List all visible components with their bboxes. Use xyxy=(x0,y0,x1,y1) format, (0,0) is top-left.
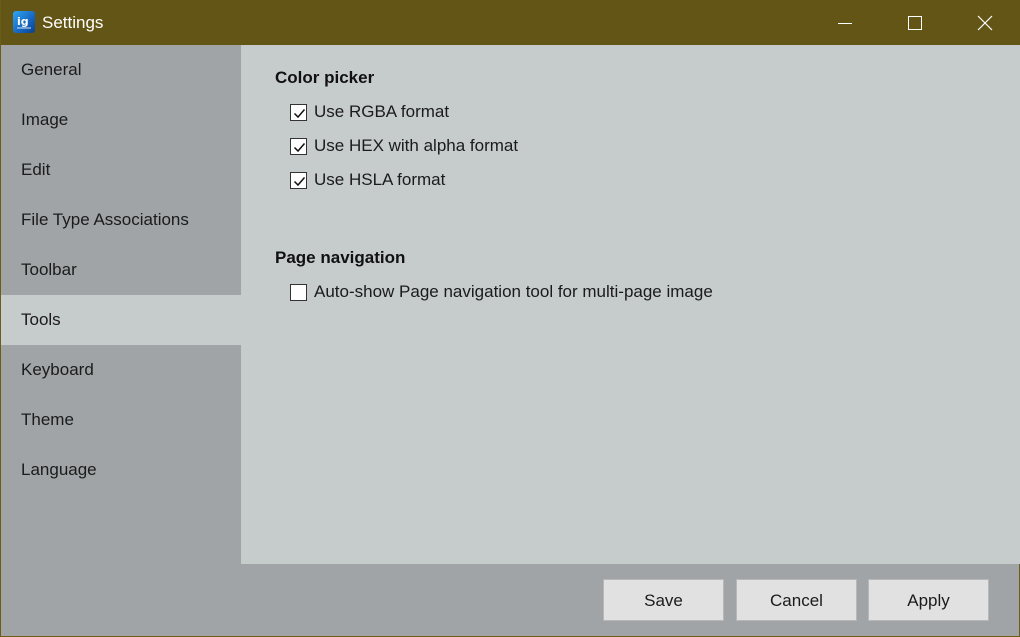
checkmark-icon xyxy=(293,176,306,186)
auto-show-page-nav-label: Auto-show Page navigation tool for multi… xyxy=(314,282,713,301)
sidebar-item-tools[interactable]: Tools xyxy=(1,295,241,345)
sidebar-item-edit[interactable]: Edit xyxy=(1,145,241,195)
apply-button[interactable]: Apply xyxy=(868,579,989,621)
sidebar-item-language[interactable]: Language xyxy=(1,445,241,495)
minimize-button[interactable] xyxy=(810,0,880,45)
close-button[interactable] xyxy=(950,0,1020,45)
settings-window: ig Settings General Image Edit File Type… xyxy=(0,0,1020,637)
window-title: Settings xyxy=(42,13,104,32)
settings-sidebar: General Image Edit File Type Association… xyxy=(1,45,241,565)
checkmark-icon xyxy=(293,142,306,152)
hex-alpha-format-label: Use HEX with alpha format xyxy=(314,136,519,155)
rgba-format-label: Use RGBA format xyxy=(314,102,450,121)
tools-settings-panel: Color picker Use RGBA format Use HEX wit… xyxy=(241,45,1020,564)
checkmark-icon xyxy=(293,108,306,118)
sidebar-item-toolbar[interactable]: Toolbar xyxy=(1,245,241,295)
sidebar-item-label: File Type Associations xyxy=(21,210,189,229)
sidebar-item-general[interactable]: General xyxy=(1,45,241,95)
sidebar-item-label: General xyxy=(21,60,82,79)
sidebar-item-label: Toolbar xyxy=(21,260,77,279)
sidebar-item-keyboard[interactable]: Keyboard xyxy=(1,345,241,395)
maximize-icon xyxy=(908,16,922,30)
close-icon xyxy=(977,15,993,31)
sidebar-item-image[interactable]: Image xyxy=(1,95,241,145)
hex-alpha-format-checkbox[interactable] xyxy=(290,137,307,155)
auto-show-page-nav-option[interactable]: Auto-show Page navigation tool for multi… xyxy=(290,281,713,303)
maximize-button[interactable] xyxy=(880,0,950,45)
svg-text:ig: ig xyxy=(17,15,29,28)
rgba-format-option[interactable]: Use RGBA format xyxy=(290,101,449,123)
rgba-format-checkbox[interactable] xyxy=(290,103,307,121)
sidebar-item-label: Language xyxy=(21,460,97,479)
sidebar-item-theme[interactable]: Theme xyxy=(1,395,241,445)
hsla-format-label: Use HSLA format xyxy=(314,170,446,189)
color-picker-section-title: Color picker xyxy=(275,68,375,87)
dialog-footer: Save Cancel Apply xyxy=(1,564,1019,636)
title-bar[interactable]: ig Settings xyxy=(1,0,1020,45)
sidebar-item-file-type-associations[interactable]: File Type Associations xyxy=(1,195,241,245)
sidebar-item-label: Theme xyxy=(21,410,74,429)
save-button[interactable]: Save xyxy=(603,579,724,621)
hex-alpha-format-option[interactable]: Use HEX with alpha format xyxy=(290,135,518,157)
sidebar-item-label: Edit xyxy=(21,160,51,179)
auto-show-page-nav-checkbox[interactable] xyxy=(290,283,307,301)
sidebar-item-label: Image xyxy=(21,110,69,129)
page-navigation-section-title: Page navigation xyxy=(275,248,406,267)
hsla-format-option[interactable]: Use HSLA format xyxy=(290,169,445,191)
hsla-format-checkbox[interactable] xyxy=(290,171,307,189)
sidebar-item-label: Keyboard xyxy=(21,360,94,379)
sidebar-item-label: Tools xyxy=(21,310,61,329)
cancel-button[interactable]: Cancel xyxy=(736,579,857,621)
imageglass-icon: ig xyxy=(13,11,35,33)
minimize-icon xyxy=(838,23,852,24)
